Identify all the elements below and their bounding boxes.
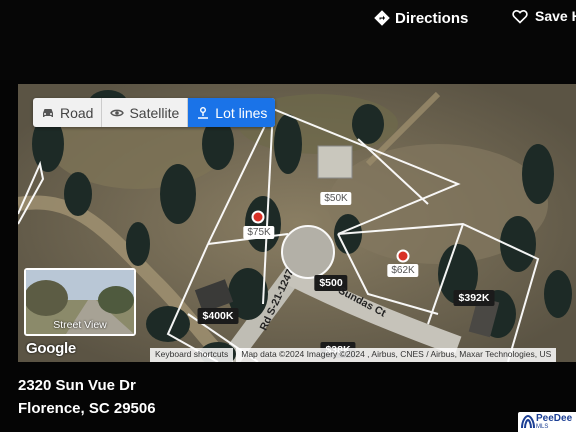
google-logo: Google bbox=[26, 340, 76, 357]
street-view-thumbnail[interactable]: Street View bbox=[24, 268, 136, 336]
price-label[interactable]: $62K bbox=[387, 264, 419, 277]
top-bar: Directions Save H bbox=[0, 0, 576, 80]
heart-icon bbox=[512, 9, 528, 24]
save-home-button[interactable]: Save H bbox=[512, 6, 576, 26]
keyboard-shortcuts-link[interactable]: Keyboard shortcuts bbox=[150, 348, 234, 362]
address-line-2: Florence, SC 29506 bbox=[18, 400, 156, 417]
road-tab[interactable]: Road bbox=[33, 98, 103, 127]
street-view-label: Street View bbox=[53, 319, 107, 331]
eye-icon bbox=[110, 109, 125, 116]
price-label[interactable]: $400K bbox=[197, 308, 239, 324]
price-label[interactable]: $392K bbox=[453, 290, 495, 306]
property-pin[interactable] bbox=[251, 210, 265, 224]
directions-icon bbox=[374, 10, 390, 26]
save-label: Save H bbox=[535, 8, 576, 24]
satellite-tab-label: Satellite bbox=[129, 104, 180, 121]
peedee-logo-icon bbox=[521, 414, 535, 429]
price-label[interactable]: $50K bbox=[320, 192, 352, 205]
directions-label: Directions bbox=[395, 9, 469, 27]
map-view[interactable]: Road Satellite Lot lines $50K $75K $62K … bbox=[18, 84, 576, 362]
lot-lines-tab-label: Lot lines bbox=[215, 104, 268, 121]
car-icon bbox=[43, 108, 53, 117]
lot-lines-icon bbox=[198, 106, 209, 119]
road-tab-label: Road bbox=[60, 104, 94, 121]
directions-button[interactable]: Directions bbox=[374, 6, 468, 30]
map-type-selector: Road Satellite Lot lines bbox=[33, 98, 276, 127]
mls-badge: PeeDee MLS bbox=[518, 412, 576, 432]
map-attribution: Keyboard shortcuts Map data ©2024 Imager… bbox=[150, 348, 559, 362]
badge-name: PeeDee bbox=[536, 413, 573, 424]
badge-sub: MLS bbox=[536, 424, 549, 430]
lot-lines-tab[interactable]: Lot lines bbox=[188, 98, 276, 127]
satellite-tab[interactable]: Satellite bbox=[102, 98, 189, 127]
attribution-text: Map data ©2024 Imagery ©2024 , Airbus, C… bbox=[236, 348, 557, 362]
property-pin[interactable] bbox=[396, 249, 410, 263]
price-label[interactable]: $75K bbox=[243, 226, 275, 239]
address-line-1: 2320 Sun Vue Dr bbox=[18, 377, 136, 394]
